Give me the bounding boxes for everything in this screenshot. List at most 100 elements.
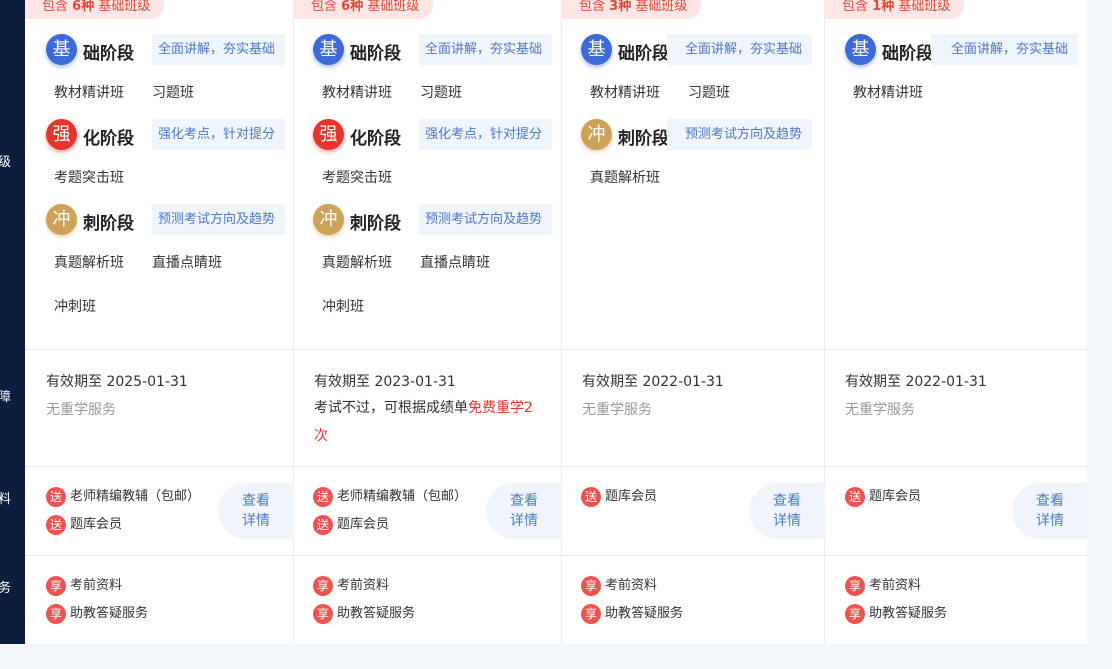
detail-line: 查看 [510,493,538,509]
intensive-badge-icon: 强 [313,119,344,150]
tag-count: 6种 [72,0,95,14]
foundation-badge-icon: 基 [313,34,344,65]
service-icon: 享 [313,604,333,624]
detail-line: 详情 [1036,513,1064,529]
class-count-tag: 包含 1种 基础班级 [825,0,965,19]
relearn-text: 考试不过，可根据成绩单 [314,400,468,416]
view-details-button[interactable]: 查看 详情 [749,483,825,539]
detail-line: 查看 [242,493,270,509]
sidebar-label-text: 套务 [0,581,11,596]
gift-icon: 送 [46,515,66,535]
stage-name: 础阶段 [350,44,401,64]
stage-sprint: 冲 刺阶段 预测考试方向及趋势 [581,119,813,150]
class-item[interactable]: 直播点睛班 [420,252,490,272]
stage-foundation: 基 础阶段 全面讲解，夯实基础 [581,34,813,65]
class-item[interactable]: 习题班 [152,82,194,102]
class-count-tag: 包含 6种 基础班级 [25,0,165,19]
gift-item: 送老师精编教辅（包邮） [46,487,200,507]
class-item[interactable]: 教材精讲班 [322,82,392,102]
stage-name: 础阶段 [83,44,134,64]
class-count-tag: 包含 6种 基础班级 [294,0,434,19]
sidebar-label-text: 含级 [0,155,11,170]
class-item[interactable]: 真题解析班 [322,252,392,272]
service-icon: 享 [845,604,865,624]
service-icon: 享 [313,576,333,596]
validity-date: 有效期至 2023-01-31 [314,374,456,390]
sidebar-label-services: 套务 [0,578,25,600]
sprint-badge-icon: 冲 [313,204,344,235]
stage-sprint: 冲 刺阶段 预测考试方向及趋势 [313,204,553,235]
row-label-sidebar: 含级 务障 送料 套务 [0,0,25,644]
stage-foundation: 基 础阶段 全面讲解，夯实基础 [46,34,286,65]
package-column-3: 包含 3种 基础班级 基 础阶段 全面讲解，夯实基础 教材精讲班 习题班 冲 刺… [562,0,825,644]
package-column-2: 包含 6种 基础班级 基 础阶段 全面讲解，夯实基础 教材精讲班 习题班 强 化… [294,0,562,644]
gift-label: 老师精编教辅（包邮） [70,489,201,504]
view-details-button[interactable]: 查看 详情 [1012,483,1088,539]
detail-line: 详情 [773,513,801,529]
course-comparison-table: 包含 6种 基础班级 基 础阶段 全面讲解，夯实基础 教材精讲班 习题班 强 化… [25,0,1088,644]
detail-line: 查看 [773,493,801,509]
service-item: 享考前资料 [581,576,657,596]
relearn-info: 无重学服务 [845,402,915,418]
class-item[interactable]: 习题班 [420,82,462,102]
stage-sprint: 冲 刺阶段 预测考试方向及趋势 [46,204,286,235]
class-item[interactable]: 考题突击班 [322,167,392,187]
view-details-button[interactable]: 查看 详情 [218,483,294,539]
tag-count: 3种 [609,0,632,14]
class-item[interactable]: 冲刺班 [322,296,364,316]
class-item[interactable]: 习题班 [688,82,730,102]
service-label: 助教答疑服务 [605,606,684,621]
package-column-1: 包含 6种 基础班级 基 础阶段 全面讲解，夯实基础 教材精讲班 习题班 强 化… [25,0,294,644]
sidebar-label-classes: 含级 [0,152,25,174]
service-icon: 享 [845,576,865,596]
gift-label: 老师精编教辅（包邮） [337,489,468,504]
stage-foundation: 基 础阶段 全面讲解，夯实基础 [845,34,1079,65]
view-details-button[interactable]: 查看 详情 [486,483,562,539]
class-item[interactable]: 教材精讲班 [54,82,124,102]
stage-desc: 全面讲解，夯实基础 [667,34,813,65]
stage-name: 础阶段 [618,44,669,64]
gift-label: 题库会员 [605,489,658,504]
gift-item: 送题库会员 [313,515,389,535]
class-item[interactable]: 教材精讲班 [853,82,923,102]
stage-intensive: 强 化阶段 强化考点，针对提分 [313,119,553,150]
tag-suffix: 基础班级 [98,0,151,14]
sprint-badge-icon: 冲 [581,119,612,150]
stage-desc: 预测考试方向及趋势 [152,204,286,235]
tag-prefix: 包含 [842,0,869,14]
class-count-tag: 包含 3种 基础班级 [562,0,702,19]
relearn-info: 无重学服务 [46,402,116,418]
validity-date: 有效期至 2025-01-31 [46,374,188,390]
class-item[interactable]: 冲刺班 [54,296,96,316]
tag-suffix: 基础班级 [635,0,688,14]
stage-desc: 全面讲解，夯实基础 [931,34,1079,65]
gift-icon: 送 [313,487,333,507]
gift-icon: 送 [581,487,601,507]
class-item[interactable]: 直播点睛班 [152,252,222,272]
sidebar-label-gifts: 送料 [0,489,25,511]
class-item[interactable]: 真题解析班 [54,252,124,272]
service-icon: 享 [581,604,601,624]
stage-desc: 全面讲解，夯实基础 [419,34,553,65]
service-icon: 享 [46,576,66,596]
validity-date: 有效期至 2022-01-31 [582,374,724,390]
gift-icon: 送 [46,487,66,507]
service-icon: 享 [581,576,601,596]
class-item[interactable]: 教材精讲班 [590,82,660,102]
stage-desc: 强化考点，针对提分 [419,119,553,150]
service-item: 享考前资料 [46,576,122,596]
service-icon: 享 [46,604,66,624]
gift-icon: 送 [845,487,865,507]
tag-suffix: 基础班级 [898,0,951,14]
gift-label: 题库会员 [869,489,922,504]
stage-name: 刺阶段 [350,214,401,234]
class-item[interactable]: 考题突击班 [54,167,124,187]
intensive-badge-icon: 强 [46,119,77,150]
gift-icon: 送 [313,515,333,535]
detail-line: 查看 [1036,493,1064,509]
service-label: 助教答疑服务 [869,606,948,621]
validity-date: 有效期至 2022-01-31 [845,374,987,390]
stage-desc: 全面讲解，夯实基础 [152,34,286,65]
class-item[interactable]: 真题解析班 [590,167,660,187]
stage-name: 刺阶段 [83,214,134,234]
